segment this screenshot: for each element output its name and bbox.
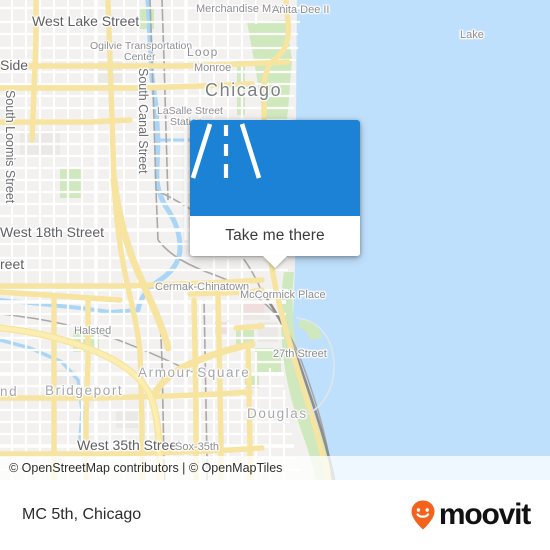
- popup-pointer: [263, 256, 287, 268]
- take-me-there-label: Take me there: [225, 227, 325, 244]
- map-pin-smiley-icon: [411, 500, 435, 530]
- moovit-logo[interactable]: moovit: [410, 498, 531, 531]
- destination-popup[interactable]: Take me there: [190, 120, 360, 268]
- app-root: Merchandise Mart Anita Dee II West Lake St…: [0, 0, 550, 550]
- moovit-wordmark: moovit: [438, 498, 531, 531]
- location-title: MC 5th, Chicago: [22, 506, 142, 523]
- page-footer: MC 5th, Chicago moovit: [0, 480, 550, 550]
- road-icon: [190, 123, 262, 179]
- popup-action-bar[interactable]: Take me there: [190, 216, 360, 256]
- popup-image-header: [190, 120, 360, 216]
- map-canvas[interactable]: Merchandise Mart Anita Dee II West Lake St…: [0, 0, 550, 480]
- map-attribution-bar: © OpenStreetMap contributors | © OpenMap…: [0, 456, 550, 480]
- popup-card[interactable]: Take me there: [190, 120, 360, 256]
- attribution-text: © OpenStreetMap contributors | © OpenMap…: [9, 461, 283, 475]
